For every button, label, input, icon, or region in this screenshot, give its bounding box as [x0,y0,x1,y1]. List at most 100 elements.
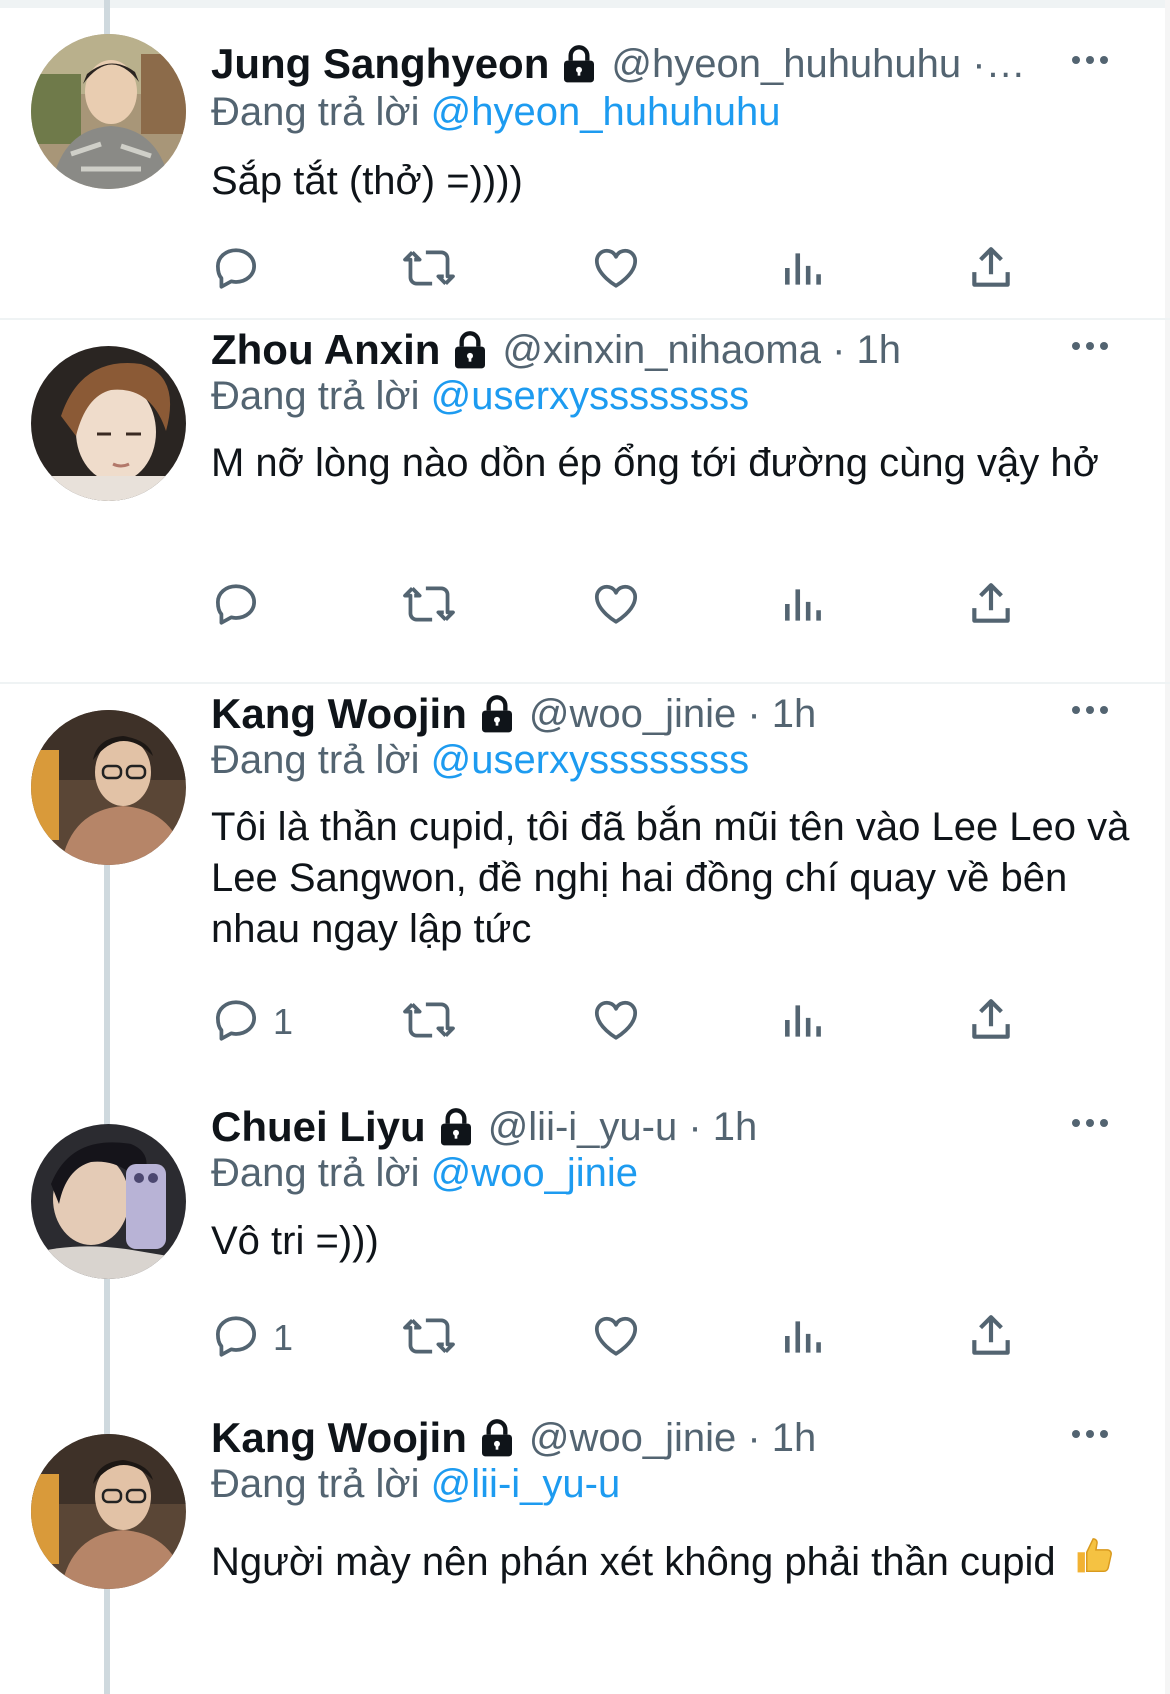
reply-icon [211,579,261,634]
analytics-icon [779,995,829,1050]
lock-icon [477,1418,517,1458]
lock-icon [477,694,517,734]
tweet-header: Kang Woojin @woo_jinie · 1h [211,688,816,740]
tweet[interactable]: Kang Woojin @woo_jinie · 1h Đang trả lời… [0,1408,1170,1694]
share-button[interactable] [966,1310,1016,1366]
mention-link[interactable]: @userxyssssssss [431,738,749,782]
tweet-header: Chuei Liyu @lii-i_yu-u · 1h [211,1101,757,1153]
more-icon[interactable] [1060,690,1120,730]
retweet-button[interactable] [401,578,457,634]
thumbs-up-icon [1073,1532,1117,1596]
mention-link[interactable]: @lii-i_yu-u [431,1462,621,1506]
retweet-button[interactable] [401,242,457,298]
tweet-text: M nỡ lòng nào dồn ép ổng tới đường cùng … [211,441,1099,485]
retweet-icon [401,995,457,1050]
share-icon [966,243,1016,298]
share-button[interactable] [966,578,1016,634]
display-name[interactable]: Kang Woojin [211,1414,467,1462]
replying-prefix: Đang trả lời [211,374,420,418]
reply-count: 1 [273,1001,294,1042]
share-icon [966,579,1016,634]
like-button[interactable] [591,578,641,634]
more-icon[interactable] [1060,1414,1120,1454]
reply-button[interactable]: 1 [211,994,293,1050]
like-icon [591,579,641,634]
tweet-header: Zhou Anxin @xinxin_nihaoma · 1h [211,324,901,376]
like-button[interactable] [591,1310,641,1366]
tweet-text: Tôi là thần cupid, tôi đã bắn mũi tên và… [211,805,1130,951]
tweet[interactable]: Jung Sanghyeon @hyeon_huhuhuhu ·… Đang t… [0,0,1170,320]
replying-prefix: Đang trả lời [211,1462,420,1506]
replying-to: Đang trả lời @userxyssssssss [211,738,749,783]
avatar[interactable] [31,34,186,189]
avatar[interactable] [31,1434,186,1589]
share-icon [966,1311,1016,1366]
display-name[interactable]: Chuei Liyu [211,1103,426,1151]
analytics-icon [779,243,829,298]
tweet[interactable]: Chuei Liyu @lii-i_yu-u · 1h Đang trả lời… [0,1096,1170,1408]
handle[interactable]: @xinxin_nihaoma · 1h [502,328,901,373]
handle[interactable]: @woo_jinie · 1h [529,692,816,737]
action-bar [211,578,1051,634]
like-icon [591,243,641,298]
avatar[interactable] [31,346,186,501]
share-icon [966,995,1016,1050]
replying-prefix: Đang trả lời [211,90,420,134]
handle[interactable]: @woo_jinie · 1h [529,1416,816,1461]
display-name[interactable]: Kang Woojin [211,690,467,738]
analytics-button[interactable] [779,994,829,1050]
tweet-header: Kang Woojin @woo_jinie · 1h [211,1412,816,1464]
share-button[interactable] [966,242,1016,298]
like-button[interactable] [591,994,641,1050]
tweet-header: Jung Sanghyeon @hyeon_huhuhuhu ·… [211,38,1026,90]
tweet-text-content: Người mày nên phán xét không phải thần c… [211,1540,1056,1584]
reply-count: 1 [273,1317,294,1358]
replying-prefix: Đang trả lời [211,1151,420,1195]
display-name[interactable]: Zhou Anxin [211,326,440,374]
retweet-icon [401,579,457,634]
avatar[interactable] [31,1124,186,1279]
lock-icon [450,330,490,370]
avatar[interactable] [31,710,186,865]
reply-button[interactable] [211,578,273,634]
tweet-text: Vô tri =))) [211,1219,379,1263]
mention-link[interactable]: @userxyssssssss [431,374,749,418]
analytics-icon [779,579,829,634]
like-button[interactable] [591,242,641,298]
retweet-button[interactable] [401,994,457,1050]
action-bar [211,242,1051,298]
more-icon[interactable] [1060,40,1120,80]
tweet-text: Người mày nên phán xét không phải thần c… [211,1530,1131,1596]
reply-icon [211,243,261,298]
reply-button[interactable] [211,242,273,298]
analytics-button[interactable] [779,578,829,634]
replying-to: Đang trả lời @hyeon_huhuhuhu [211,90,780,135]
action-bar: 1 [211,994,1051,1050]
like-icon [591,1311,641,1366]
reply-button[interactable]: 1 [211,1310,293,1366]
lock-icon [436,1107,476,1147]
display-name[interactable]: Jung Sanghyeon [211,40,549,88]
mention-link[interactable]: @hyeon_huhuhuhu [431,90,781,134]
replying-to: Đang trả lời @woo_jinie [211,1151,638,1196]
tweet-text: Sắp tắt (thở) =)))) [211,159,523,203]
more-icon[interactable] [1060,326,1120,366]
like-icon [591,995,641,1050]
more-icon[interactable] [1060,1103,1120,1143]
retweet-icon [401,1311,457,1366]
retweet-icon [401,243,457,298]
action-bar: 1 [211,1310,1051,1366]
handle[interactable]: @hyeon_huhuhuhu ·… [611,42,1025,87]
handle[interactable]: @lii-i_yu-u · 1h [488,1105,758,1150]
tweet[interactable]: Kang Woojin @woo_jinie · 1h Đang trả lời… [0,684,1170,1094]
analytics-button[interactable] [779,1310,829,1366]
reply-icon [211,1311,261,1366]
tweet[interactable]: Zhou Anxin @xinxin_nihaoma · 1h Đang trả… [0,320,1170,682]
mention-link[interactable]: @woo_jinie [431,1151,638,1195]
retweet-button[interactable] [401,1310,457,1366]
replying-prefix: Đang trả lời [211,738,420,782]
analytics-button[interactable] [779,242,829,298]
replying-to: Đang trả lời @userxyssssssss [211,374,749,419]
share-button[interactable] [966,994,1016,1050]
reply-icon [211,995,261,1050]
